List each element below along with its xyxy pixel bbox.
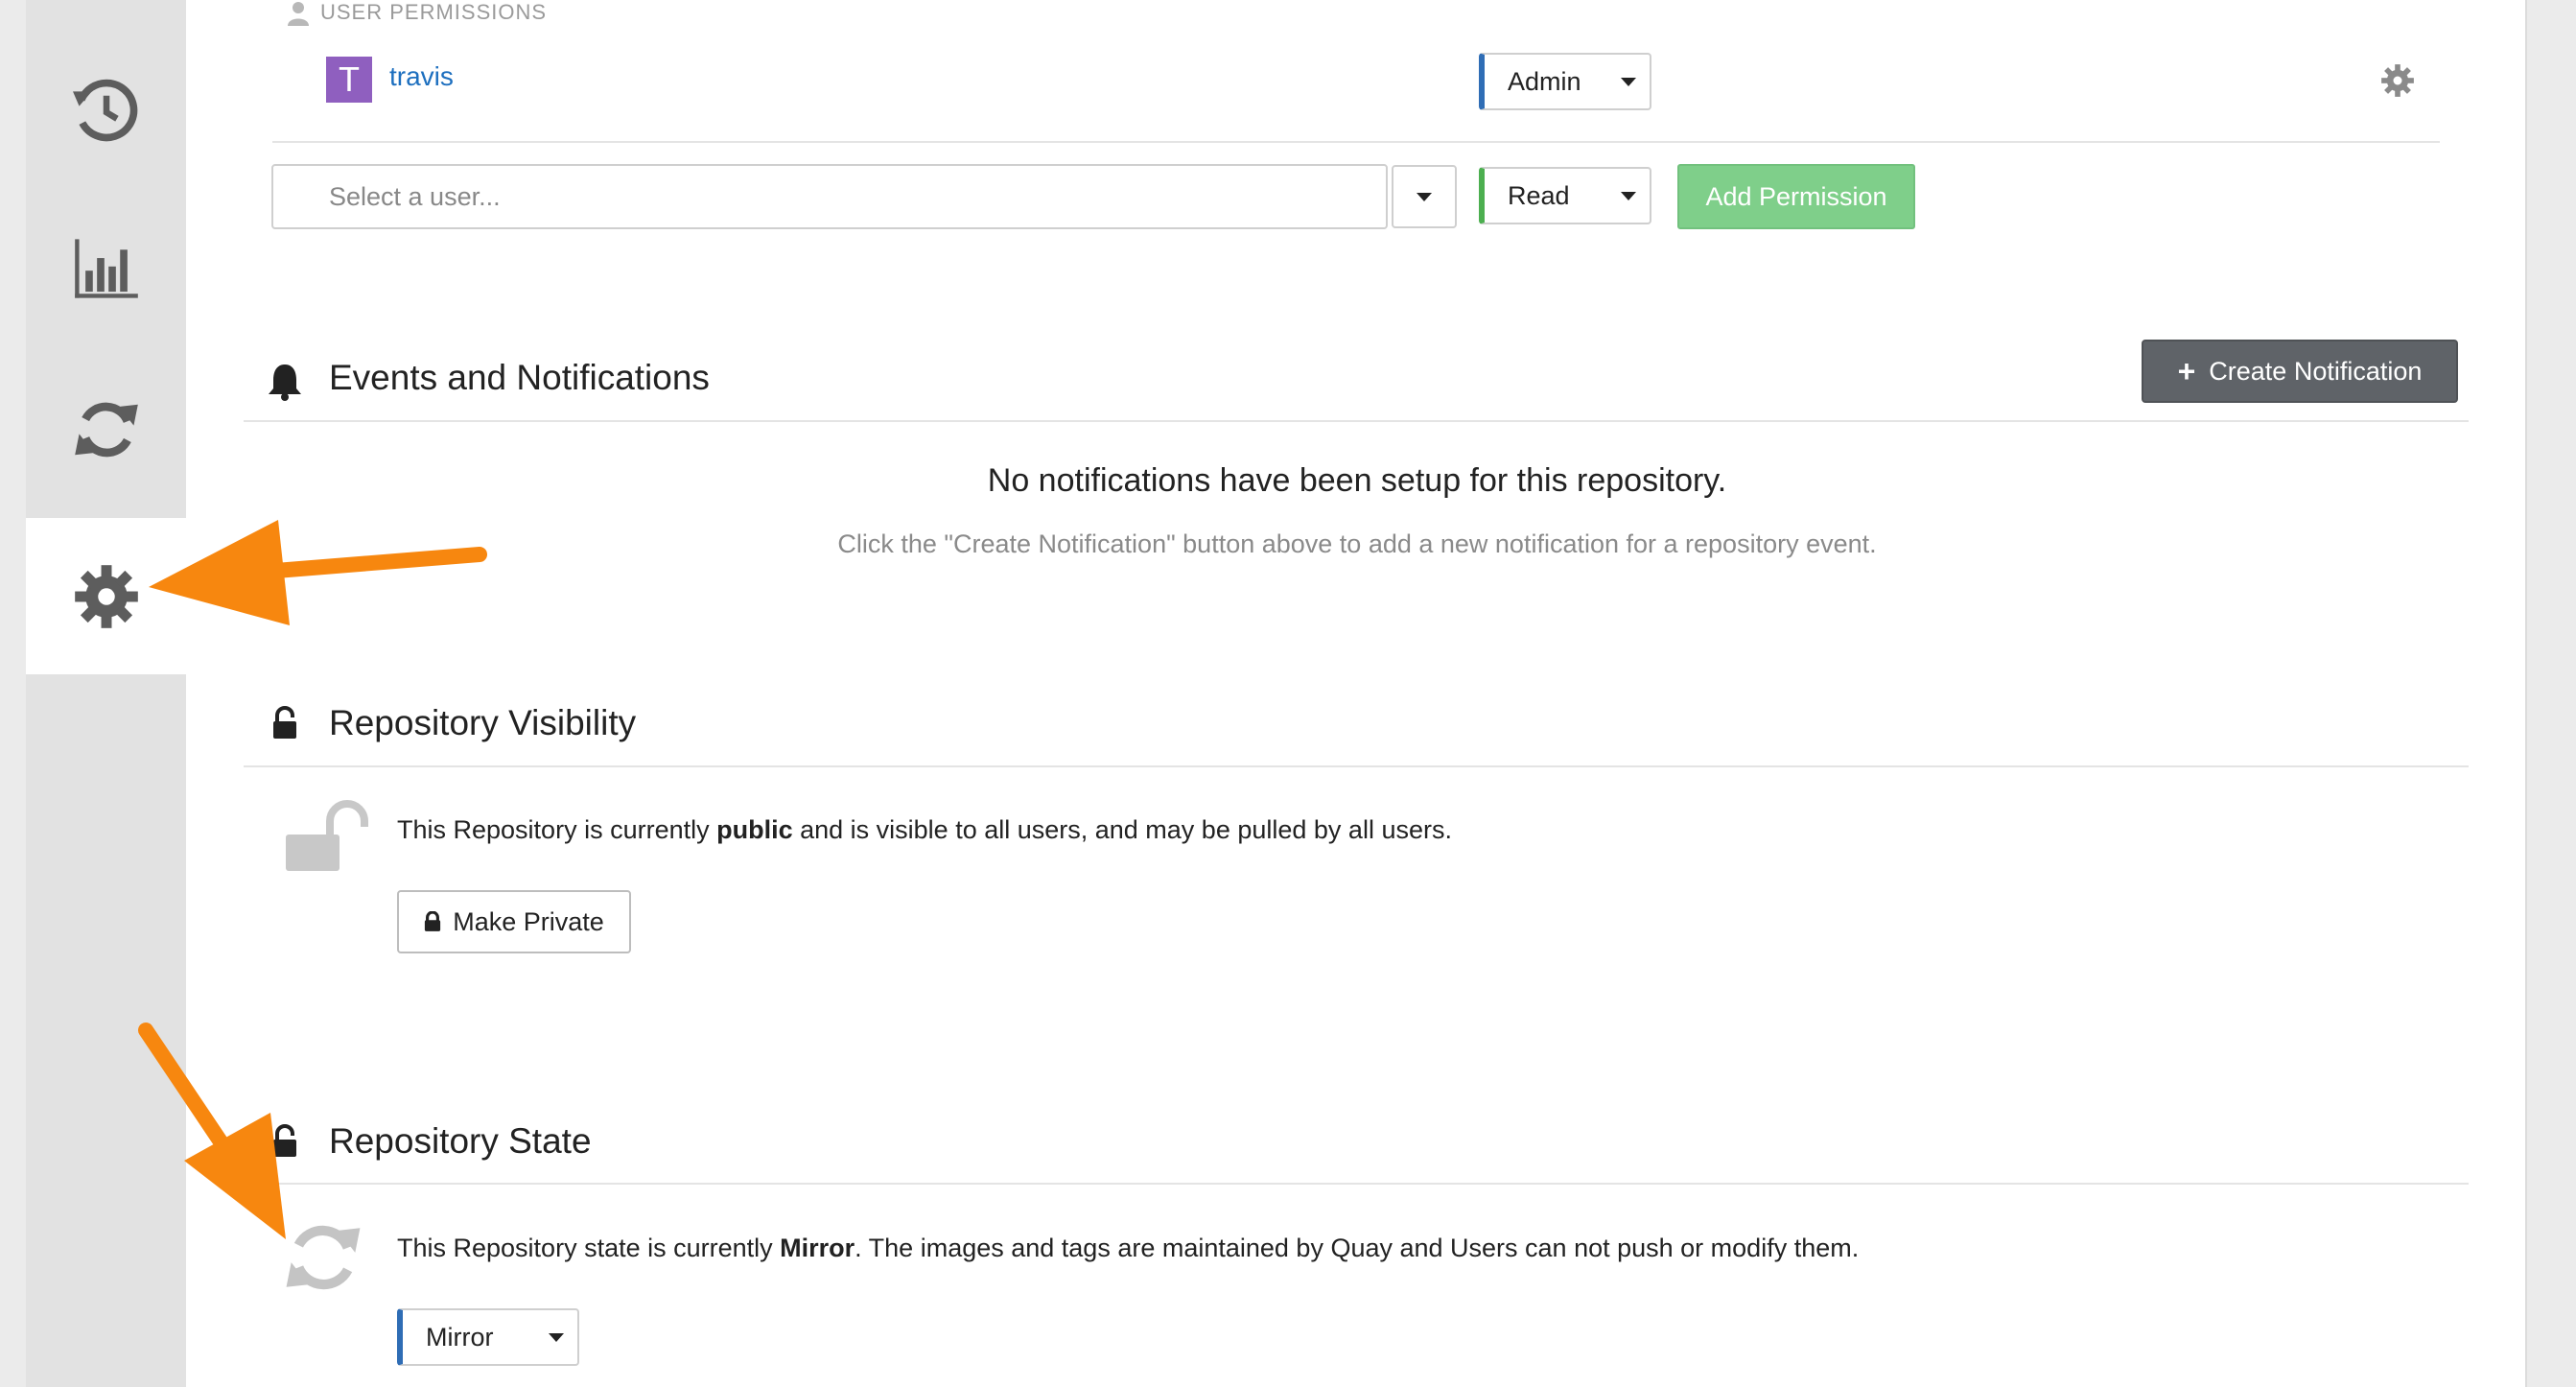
annotation-overlay (138, 520, 487, 1239)
annotation-arrow-settings (149, 520, 487, 625)
annotation-arrow-state (138, 1023, 286, 1239)
